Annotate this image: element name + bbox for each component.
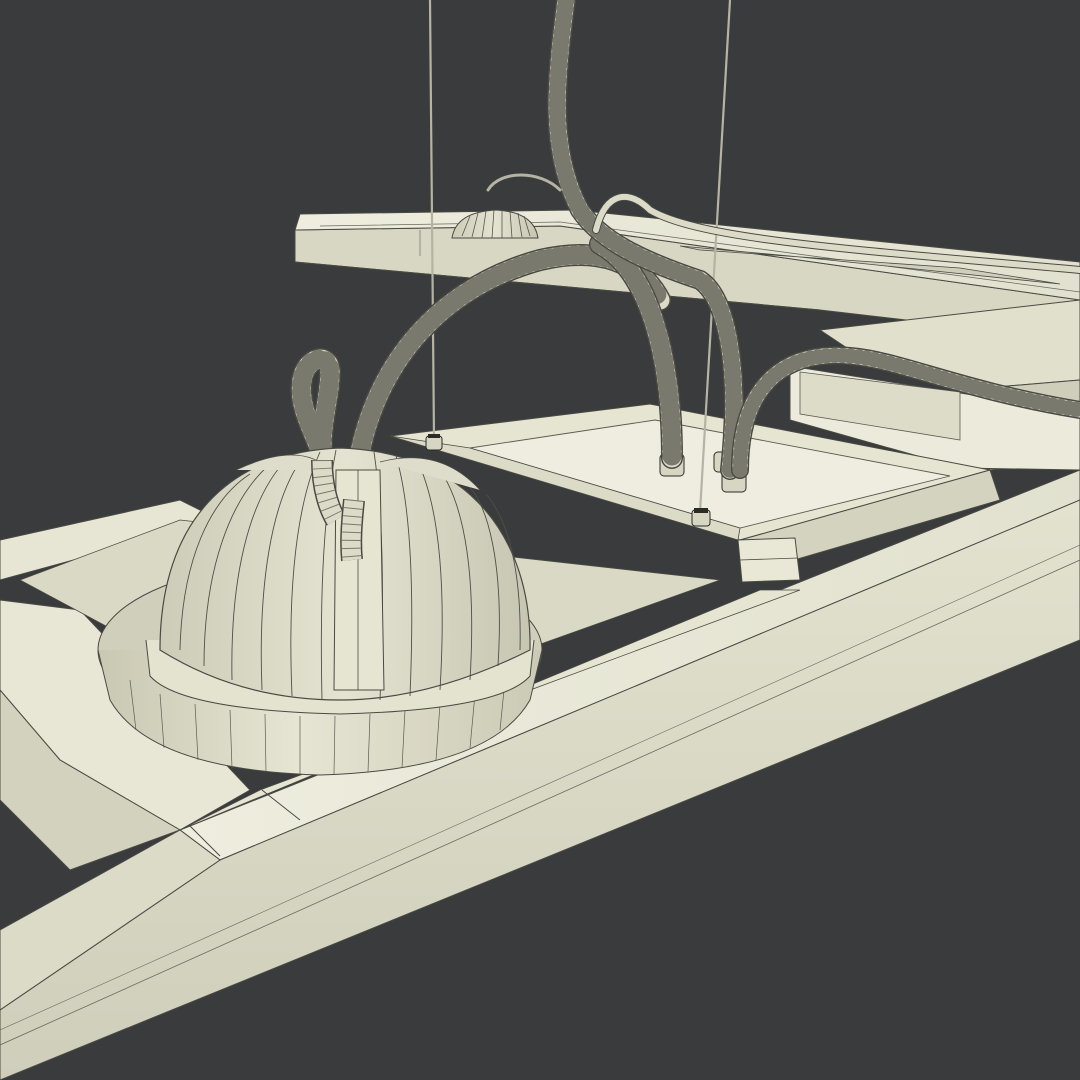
fixture-render — [0, 0, 1080, 1080]
render-viewport — [0, 0, 1080, 1080]
gland-front — [691, 508, 711, 527]
gland-left — [425, 434, 443, 451]
